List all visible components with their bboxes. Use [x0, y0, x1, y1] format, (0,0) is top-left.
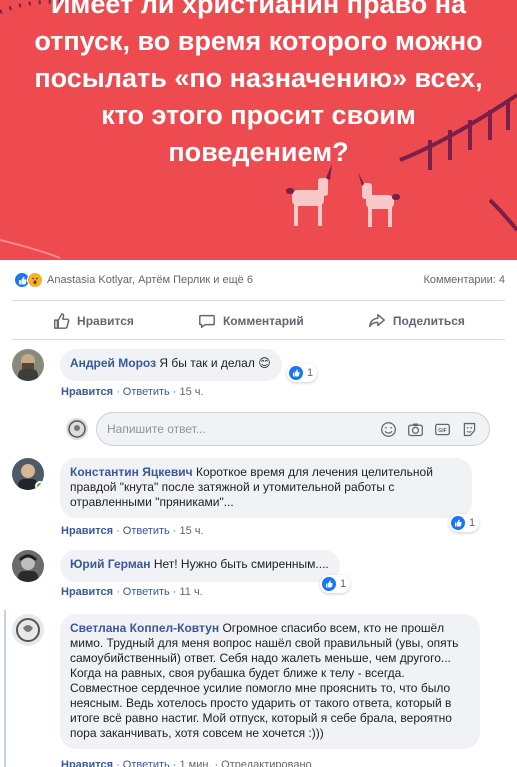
- comment-actions: Нравится · Ответить · 11 ч.: [61, 586, 203, 598]
- comment-text: Нет! Нужно быть смиренным....: [153, 557, 329, 571]
- like-count: 1: [307, 367, 314, 379]
- comment-reply-link[interactable]: Ответить: [123, 386, 170, 398]
- share-button[interactable]: Поделиться: [368, 312, 465, 330]
- comment-like-count[interactable]: 1: [287, 364, 318, 382]
- comments-count[interactable]: Комментарии: 4: [423, 274, 505, 286]
- comment-author[interactable]: Юрий Герман: [70, 557, 150, 571]
- comment-time[interactable]: 15 ч.: [179, 386, 203, 398]
- comment-author[interactable]: Андрей Мороз: [70, 356, 156, 370]
- thumbs-up-icon: [54, 313, 70, 329]
- divider: [12, 339, 505, 340]
- comment-time[interactable]: 15 ч.: [179, 525, 203, 537]
- comment-reply-link[interactable]: Ответить: [123, 525, 170, 537]
- post-image-banner[interactable]: Имеет ли христианин право на отпуск, во …: [0, 0, 517, 260]
- like-count: 1: [340, 578, 347, 590]
- wow-reaction-icon[interactable]: [27, 272, 43, 288]
- comment-item: Константин Яцкевич Короткое время для ле…: [12, 458, 472, 518]
- like-count: 1: [469, 517, 476, 529]
- emoji-icon[interactable]: [379, 420, 398, 439]
- like-button[interactable]: Нравится: [52, 312, 134, 330]
- svg-text:GIF: GIF: [438, 428, 447, 434]
- sticker-icon[interactable]: [460, 420, 479, 439]
- comment-author[interactable]: Светлана Коппел-Ковтун: [70, 621, 219, 635]
- avatar[interactable]: [12, 458, 44, 490]
- comment-button-label: Комментарий: [222, 314, 304, 328]
- comment-button[interactable]: Комментарий: [198, 312, 304, 330]
- comment-reply-link[interactable]: Ответить: [123, 586, 170, 598]
- comment-time[interactable]: 1 мин.: [179, 759, 211, 767]
- gif-icon[interactable]: GIF: [433, 420, 452, 439]
- comment-actions: Нравится · Ответить · 1 мин. · Отредактировано: [61, 759, 312, 767]
- avatar[interactable]: [12, 550, 44, 582]
- comment-reply-link[interactable]: Ответить: [123, 759, 170, 767]
- divider: [12, 300, 505, 301]
- comment-item: Светлана Коппел-Ковтун Огромное спасибо …: [12, 614, 480, 749]
- avatar[interactable]: [12, 349, 44, 381]
- comment-actions: Нравится · Ответить · 15 ч.: [61, 525, 204, 537]
- post-action-bar: Нравится Комментарий Поделиться: [0, 304, 517, 338]
- reply-composer: GIF: [66, 412, 490, 446]
- reply-input[interactable]: [107, 422, 379, 436]
- comment-item: Андрей Мороз Я бы так и делал 😊: [12, 349, 282, 381]
- thread-indicator: [4, 610, 6, 767]
- avatar[interactable]: [12, 614, 44, 646]
- comment-like-link[interactable]: Нравится: [61, 525, 113, 537]
- comment-like-count[interactable]: 1: [449, 514, 480, 532]
- share-button-label: Поделиться: [392, 314, 465, 328]
- comment-bubble: Юрий Герман Нет! Нужно быть смиренным...…: [60, 550, 340, 582]
- comment-actions: Нравится · Ответить · 15 ч.: [61, 386, 204, 398]
- banner-title: Имеет ли христианин право на отпуск, во …: [34, 0, 483, 167]
- share-icon: [368, 313, 385, 328]
- like-icon: [289, 366, 303, 380]
- reactors-names[interactable]: Anastasia Kotlyar, Артём Перлик и ещё 6: [47, 274, 423, 286]
- reply-input-box[interactable]: GIF: [96, 412, 490, 446]
- comment-like-link[interactable]: Нравится: [61, 586, 113, 598]
- comment-text: Я бы так и делал: [159, 356, 255, 370]
- comment-like-link[interactable]: Нравится: [61, 759, 113, 767]
- like-icon: [322, 577, 336, 591]
- comment-like-link[interactable]: Нравится: [61, 386, 113, 398]
- comment-icon: [199, 314, 215, 329]
- reactions-summary: Anastasia Kotlyar, Артём Перлик и ещё 6 …: [0, 266, 517, 294]
- current-user-avatar: [66, 418, 88, 440]
- comment-bubble: Константин Яцкевич Короткое время для ле…: [60, 458, 472, 518]
- comment-bubble: Андрей Мороз Я бы так и делал 😊: [60, 349, 282, 381]
- camera-icon[interactable]: [406, 420, 425, 439]
- comment-author[interactable]: Константин Яцкевич: [70, 465, 193, 479]
- comment-text: Огромное спасибо всем, кто не прошёл мим…: [70, 621, 459, 740]
- like-button-label: Нравится: [77, 314, 134, 328]
- like-icon: [451, 516, 465, 530]
- comment-edited-label[interactable]: Отредактировано: [221, 759, 312, 767]
- comment-item: Юрий Герман Нет! Нужно быть смиренным...…: [12, 550, 340, 582]
- comment-time[interactable]: 11 ч.: [179, 586, 202, 598]
- smile-emoji-icon: 😊: [258, 356, 271, 370]
- comment-bubble: Светлана Коппел-Ковтун Огромное спасибо …: [60, 614, 480, 749]
- comment-like-count[interactable]: 1: [320, 575, 351, 593]
- online-status-icon: [35, 481, 44, 490]
